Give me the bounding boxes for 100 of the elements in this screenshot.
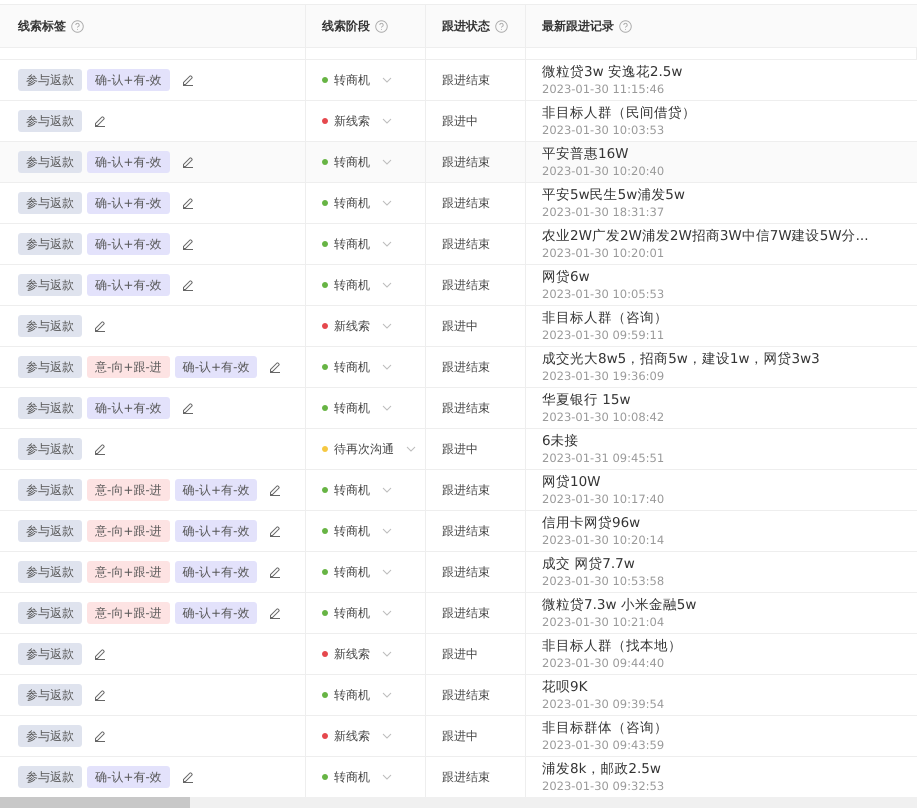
status-text: 跟进结束 xyxy=(442,236,490,252)
tag: 参与返款 xyxy=(18,766,82,788)
record-text: 微粒贷7.3w 小米金融5w xyxy=(542,596,696,614)
tag: 确-认+有-效 xyxy=(174,561,258,583)
record-time: 2023-01-30 19:36:09 xyxy=(542,368,664,384)
pencil-icon[interactable] xyxy=(269,361,282,373)
caret-icon xyxy=(382,118,392,124)
record-time: 2023-01-30 09:43:59 xyxy=(542,738,664,752)
record-time: 2023-01-31 09:45:51 xyxy=(542,450,664,466)
stage-select[interactable]: 转商机 xyxy=(322,768,394,786)
pencil-icon[interactable] xyxy=(94,648,106,660)
record-time: 2023-01-30 09:44:40 xyxy=(542,656,664,670)
caret-icon xyxy=(382,77,392,83)
stage-select[interactable]: 转商机 xyxy=(322,604,394,622)
stage-select[interactable]: 新线索 xyxy=(322,646,394,662)
record-text: 成交 网贷7.7w xyxy=(542,556,635,572)
record-time: 2023-01-30 09:59:11 xyxy=(542,328,664,342)
stage-select[interactable]: 转商机 xyxy=(322,194,394,212)
pencil-icon[interactable] xyxy=(94,443,106,455)
tag: 参与返款 xyxy=(18,315,82,337)
record-text: 平安普惠16W xyxy=(542,146,629,162)
status-text: 跟进中 xyxy=(442,440,478,458)
status-text: 跟进结束 xyxy=(442,276,490,294)
stage-select[interactable]: 转商机 xyxy=(322,358,394,376)
column-header: 最新跟进记录 xyxy=(542,18,614,34)
pencil-icon[interactable] xyxy=(269,525,282,537)
pencil-icon[interactable] xyxy=(182,197,194,209)
status-text: 跟进结束 xyxy=(442,400,490,416)
record-time: 2023-01-30 10:03:53 xyxy=(542,122,664,138)
tag: 参与返款 xyxy=(18,520,82,542)
caret-icon xyxy=(382,651,392,657)
pencil-icon[interactable] xyxy=(182,74,194,86)
caret-icon xyxy=(382,364,392,370)
pencil-icon[interactable] xyxy=(94,115,106,127)
record-time: 2023-01-30 10:05:53 xyxy=(542,286,664,302)
stage-select[interactable]: 转商机 xyxy=(322,72,394,88)
stage-select[interactable]: 转商机 xyxy=(322,400,394,416)
record-time: 2023-01-30 11:15:46 xyxy=(542,82,664,96)
record-text: 微粒贷3w 安逸花2.5w xyxy=(542,64,682,80)
tag: 确-认+有-效 xyxy=(87,151,170,173)
tag: 参与返款 xyxy=(18,684,82,706)
pencil-icon[interactable] xyxy=(94,689,106,701)
tag: 意-向+跟-进 xyxy=(87,520,170,542)
pencil-icon[interactable] xyxy=(94,320,106,332)
status-text: 跟进结束 xyxy=(442,72,490,88)
record-text: 非目标群体（咨询） xyxy=(542,720,668,736)
column-header: 线索阶段 xyxy=(322,18,370,34)
status-text: 跟进结束 xyxy=(442,686,490,704)
tag: 参与返款 xyxy=(18,561,82,583)
record-text: 6未接 xyxy=(542,432,579,450)
stage-select[interactable]: 转商机 xyxy=(322,482,394,498)
caret-icon xyxy=(382,528,392,534)
caret-icon xyxy=(382,610,392,616)
stage-select[interactable]: 转商机 xyxy=(322,276,394,294)
record-text: 网贷6w xyxy=(542,268,590,286)
caret-icon xyxy=(382,487,392,493)
stage-select[interactable]: 新线索 xyxy=(322,318,394,334)
status-text: 跟进结束 xyxy=(442,358,490,376)
stage-select[interactable]: 转商机 xyxy=(322,564,394,580)
stage-select[interactable]: 新线索 xyxy=(322,728,394,744)
record-time: 2023-01-30 10:53:58 xyxy=(542,574,664,588)
stage-select[interactable]: 转商机 xyxy=(322,154,394,170)
tag: 参与返款 xyxy=(18,438,82,460)
caret-icon xyxy=(406,446,416,452)
pencil-icon[interactable] xyxy=(182,402,194,414)
stage-select[interactable]: 新线索 xyxy=(322,112,394,130)
caret-icon xyxy=(382,159,392,165)
status-text: 跟进中 xyxy=(442,646,478,662)
tag: 参与返款 xyxy=(18,151,82,173)
tag: 参与返款 xyxy=(18,274,82,296)
tag: 确-认+有-效 xyxy=(87,192,170,214)
status-text: 跟进中 xyxy=(442,112,478,130)
stage-select[interactable]: 转商机 xyxy=(322,522,394,540)
stage-select[interactable]: 转商机 xyxy=(322,236,394,252)
pencil-icon[interactable] xyxy=(94,730,106,742)
record-text: 非目标人群（找本地） xyxy=(542,638,682,654)
record-text: 浦发8k，邮政2.5w xyxy=(542,760,661,778)
pencil-icon[interactable] xyxy=(182,771,194,783)
tag: 确-认+有-效 xyxy=(87,233,170,255)
scrollbar-thumb[interactable] xyxy=(0,797,190,808)
pencil-icon[interactable] xyxy=(269,484,282,496)
pencil-icon[interactable] xyxy=(182,238,194,250)
tag: 参与返款 xyxy=(18,233,82,255)
record-text: 非目标人群（民间借贷） xyxy=(542,104,696,122)
tag: 确-认+有-效 xyxy=(87,397,170,419)
pencil-icon[interactable] xyxy=(182,279,194,291)
record-text: 成交光大8w5，招商5w，建设1w，网贷3w3 xyxy=(542,350,820,368)
tag: 确-认+有-效 xyxy=(87,274,170,296)
horizontal-scrollbar[interactable] xyxy=(0,797,917,808)
column-header: 跟进状态 xyxy=(442,18,490,34)
record-text: 网贷10W xyxy=(542,474,601,490)
stage-select[interactable]: 待再次沟通 xyxy=(322,440,418,458)
pencil-icon[interactable] xyxy=(269,607,282,619)
tag: 确-认+有-效 xyxy=(174,520,258,542)
pencil-icon[interactable] xyxy=(182,156,194,168)
tag: 确-认+有-效 xyxy=(174,356,258,378)
pencil-icon[interactable] xyxy=(269,566,282,578)
stage-select[interactable]: 转商机 xyxy=(322,686,394,704)
tag: 参与返款 xyxy=(18,479,82,501)
caret-icon xyxy=(382,323,392,329)
